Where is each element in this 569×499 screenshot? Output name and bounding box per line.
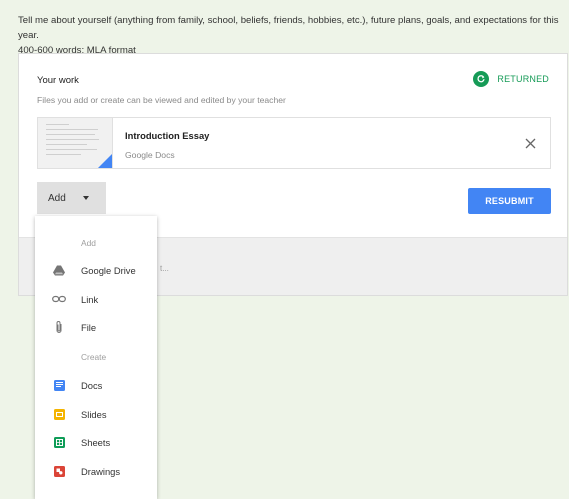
attachment-item[interactable]: Introduction Essay Google Docs	[37, 117, 551, 169]
menu-item-drawings[interactable]: Drawings	[35, 458, 157, 484]
menu-header-create: Create	[81, 352, 107, 362]
menu-item-label: Link	[81, 293, 99, 305]
google-drive-icon	[52, 263, 66, 277]
attachment-title[interactable]: Introduction Essay	[125, 130, 510, 141]
your-work-title: Your work	[37, 75, 79, 86]
menu-item-link[interactable]: Link	[35, 286, 157, 312]
caret-down-icon	[82, 196, 89, 200]
your-work-subtitle: Files you add or create can be viewed an…	[37, 95, 286, 105]
menu-item-label: Docs	[81, 379, 103, 391]
add-dropdown-menu: Add Google Drive Link File Create Docs S…	[35, 216, 157, 499]
menu-item-label: Sheets	[81, 436, 111, 448]
status-label: RETURNED	[497, 74, 549, 84]
returned-icon	[473, 71, 490, 87]
link-icon	[52, 292, 66, 306]
drawings-icon	[52, 464, 66, 478]
add-button-label: Add	[48, 192, 66, 204]
status-badge: RETURNED	[473, 71, 549, 87]
menu-item-label: File	[81, 321, 97, 333]
menu-item-file[interactable]: File	[35, 314, 157, 340]
add-button[interactable]: Add	[37, 182, 106, 214]
resubmit-button[interactable]: RESUBMIT	[468, 188, 551, 214]
menu-item-label: Google Drive	[81, 264, 136, 276]
menu-item-label: Slides	[81, 408, 107, 420]
menu-header-add: Add	[81, 238, 96, 248]
paperclip-icon	[52, 320, 66, 334]
menu-item-sheets[interactable]: Sheets	[35, 429, 157, 455]
docs-corner-icon	[98, 154, 112, 168]
menu-item-docs[interactable]: Docs	[35, 372, 157, 398]
slides-icon	[52, 407, 66, 421]
sheets-icon	[52, 435, 66, 449]
menu-item-label: Drawings	[81, 465, 121, 477]
assignment-instructions: Tell me about yourself (anything from fa…	[18, 13, 563, 58]
menu-item-google-drive[interactable]: Google Drive	[35, 257, 157, 283]
attachment-type: Google Docs	[125, 150, 175, 160]
instructions-line-1: Tell me about yourself (anything from fa…	[18, 15, 559, 41]
obscured-text: t...	[160, 264, 169, 273]
doc-thumbnail	[38, 118, 113, 168]
close-icon	[525, 138, 535, 148]
remove-attachment-button[interactable]	[510, 118, 550, 168]
docs-icon	[52, 378, 66, 392]
menu-item-slides[interactable]: Slides	[35, 401, 157, 427]
